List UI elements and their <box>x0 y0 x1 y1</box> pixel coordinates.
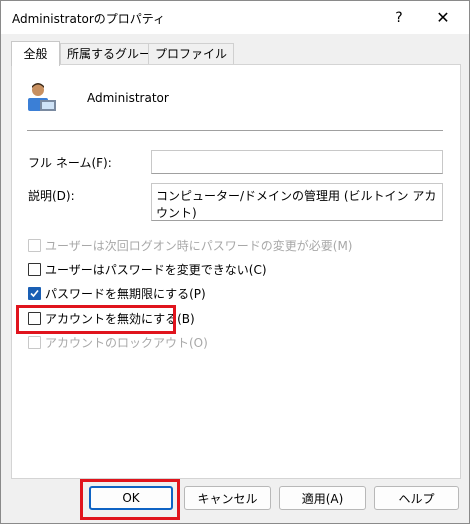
tab-profile[interactable]: プロファイル <box>148 43 235 65</box>
checkbox-box <box>28 286 41 300</box>
apply-button[interactable]: 適用(A) <box>279 486 366 510</box>
fullname-field[interactable] <box>151 150 443 174</box>
checkbox-label: アカウントのロックアウト(O) <box>45 335 208 350</box>
general-tab-panel: Administrator フル ネーム(F): 説明(D): コンピューター/… <box>11 64 461 479</box>
must-change-password-checkbox[interactable]: ユーザーは次回ログオン時にパスワードの変更が必要(M) <box>28 236 352 254</box>
password-never-expires-checkbox[interactable]: パスワードを無期限にする(P) <box>28 284 206 302</box>
description-field[interactable]: コンピューター/ドメインの管理用 (ビルトイン アカウント) <box>151 183 443 221</box>
help-button[interactable]: ヘルプ <box>374 486 459 510</box>
checkbox-label: パスワードを無期限にする(P) <box>45 286 206 301</box>
checkbox-box <box>28 311 41 325</box>
checkbox-label: ユーザーは次回ログオン時にパスワードの変更が必要(M) <box>45 238 353 253</box>
help-title-button[interactable]: ? <box>377 1 421 34</box>
ok-button[interactable]: OK <box>89 486 173 510</box>
checkbox-label: アカウントを無効にする(B) <box>45 311 195 326</box>
checkmark-icon <box>30 289 39 297</box>
checkbox-label: ユーザーはパスワードを変更できない(C) <box>45 262 267 277</box>
divider <box>27 130 443 131</box>
description-label: 説明(D): <box>28 189 75 203</box>
account-disabled-checkbox[interactable]: アカウントを無効にする(B) <box>28 309 195 327</box>
close-button[interactable]: ✕ <box>421 1 465 34</box>
checkbox-box <box>28 238 41 252</box>
title-bar: Administratorのプロパティ ? ✕ <box>1 1 469 34</box>
fullname-label: フル ネーム(F): <box>28 156 112 170</box>
checkbox-box <box>28 262 41 276</box>
cancel-button[interactable]: キャンセル <box>184 486 271 510</box>
properties-dialog: Administratorのプロパティ ? ✕ 全般 所属するグループ プロファ… <box>0 0 470 524</box>
tab-general[interactable]: 全般 <box>11 41 60 66</box>
account-locked-out-checkbox[interactable]: アカウントのロックアウト(O) <box>28 333 208 351</box>
window-title: Administratorのプロパティ <box>12 12 166 26</box>
user-name: Administrator <box>87 91 169 105</box>
checkbox-box <box>28 335 41 349</box>
user-icon <box>26 80 58 112</box>
cannot-change-password-checkbox[interactable]: ユーザーはパスワードを変更できない(C) <box>28 260 267 278</box>
